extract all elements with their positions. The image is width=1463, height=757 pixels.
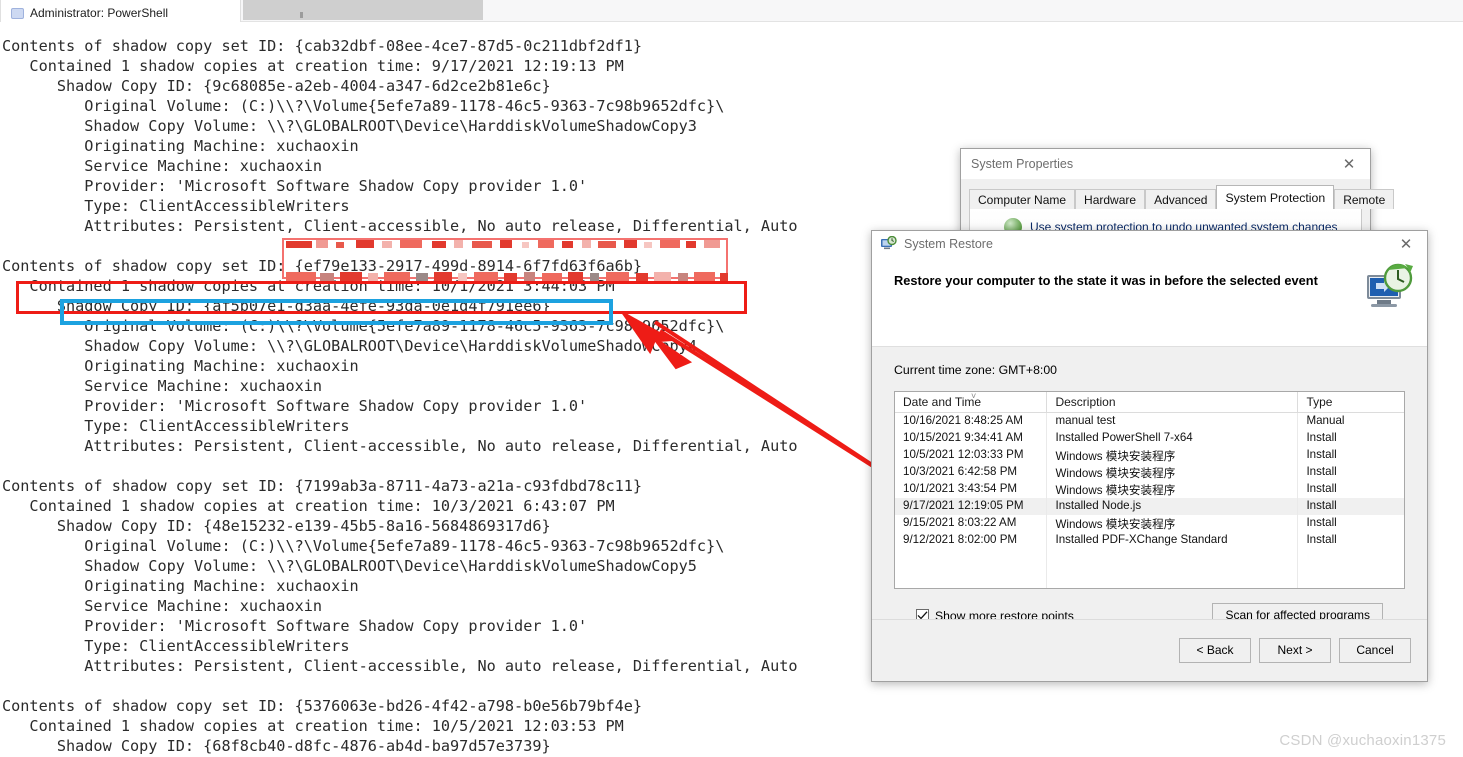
cell-empty xyxy=(1298,566,1404,583)
restore-illustration-icon xyxy=(1353,263,1415,319)
system-properties-tabs: Computer Name Hardware Advanced System P… xyxy=(969,185,1395,209)
cell-date: 10/1/2021 3:43:54 PM xyxy=(895,481,1048,498)
tab-computer-name[interactable]: Computer Name xyxy=(969,189,1076,209)
cell-type: Install xyxy=(1306,516,1337,529)
system-restore-heading: Restore your computer to the state it wa… xyxy=(894,273,1318,288)
tab-advanced[interactable]: Advanced xyxy=(1145,189,1217,209)
cell-description: Installed Node.js xyxy=(1047,498,1299,515)
timezone-label: Current time zone: GMT+8:00 xyxy=(894,363,1057,377)
table-row[interactable]: 10/16/2021 8:48:25 AM manual test Manual xyxy=(895,413,1404,430)
terminal-tab-active[interactable]: Administrator: PowerShell xyxy=(0,0,241,22)
terminal-tab-inactive-glyph xyxy=(300,12,303,18)
cell-description: Windows 模块安装程序 xyxy=(1047,481,1299,498)
cell-description: manual test xyxy=(1047,413,1299,430)
back-button[interactable]: < Back xyxy=(1179,638,1251,663)
cell-type: Install xyxy=(1306,431,1337,444)
cell-type: Install xyxy=(1306,482,1337,495)
cell-date: 9/12/2021 8:02:00 PM xyxy=(895,532,1048,549)
column-header-description[interactable]: Description xyxy=(1047,392,1299,413)
terminal-tab-label: Administrator: PowerShell xyxy=(30,6,169,20)
table-row[interactable]: 10/1/2021 3:43:54 PM Windows 模块安装程序 Instal… xyxy=(895,481,1404,498)
cell-description: Windows 模块安装程序 xyxy=(1047,447,1299,464)
terminal-line: Shadow Copy Volume: \\?\GLOBALROOT\Devic… xyxy=(2,117,697,135)
system-restore-header: Restore your computer to the state it wa… xyxy=(872,257,1427,347)
cell-empty xyxy=(1047,583,1299,588)
cell-empty xyxy=(895,549,1048,566)
table-row[interactable]: 9/15/2021 8:03:22 AM Windows 模块安装程序 Instal… xyxy=(895,515,1404,532)
terminal-line: Original Volume: (C:)\\?\Volume{5efe7a89… xyxy=(2,97,725,115)
cell-empty xyxy=(895,583,1048,588)
system-restore-footer: < Back Next > Cancel xyxy=(872,619,1427,681)
system-restore-title: System Restore xyxy=(904,237,993,251)
terminal-line: Shadow Copy ID: {68f8cb40-d8fc-4876-ab4d… xyxy=(2,737,551,755)
cell-empty xyxy=(1047,549,1299,566)
close-icon[interactable]: ✕ xyxy=(1391,232,1421,256)
cell-type: Install xyxy=(1306,499,1337,512)
terminal-line: Contained 1 shadow copies at creation ti… xyxy=(2,57,624,75)
powershell-icon xyxy=(11,8,24,19)
system-properties-titlebar: System Properties ✕ xyxy=(961,149,1370,179)
cell-empty xyxy=(1047,566,1299,583)
cell-empty xyxy=(1298,583,1404,588)
table-row[interactable]: 10/5/2021 12:03:33 PM Windows 模块安装程序 Insta… xyxy=(895,447,1404,464)
table-row[interactable]: 9/12/2021 8:02:00 PM Installed PDF-XChang… xyxy=(895,532,1404,549)
cancel-button[interactable]: Cancel xyxy=(1339,638,1411,663)
cell-date: 10/5/2021 12:03:33 PM xyxy=(895,447,1048,464)
screenshot-root: Administrator: PowerShell Contents of sh… xyxy=(0,0,1463,757)
cell-description: Windows 模块安装程序 xyxy=(1047,464,1299,481)
terminal-line: Contents of shadow copy set ID: {5376063… xyxy=(2,697,643,715)
table-row[interactable]: 9/17/2021 12:19:05 PM Installed Node.js In… xyxy=(895,498,1404,515)
table-row-empty xyxy=(895,583,1404,588)
terminal-tab-inactive[interactable] xyxy=(243,0,483,20)
cell-type: Manual xyxy=(1306,414,1345,427)
close-icon[interactable]: ✕ xyxy=(1334,152,1364,176)
table-row[interactable]: 10/15/2021 9:34:41 AM Installed PowerShel… xyxy=(895,430,1404,447)
cell-description: Windows 模块安装程序 xyxy=(1047,515,1299,532)
terminal-tabbar: Administrator: PowerShell xyxy=(0,0,1463,22)
terminal-line: Shadow Copy ID: {9c68085e-a2eb-4004-a347… xyxy=(2,77,551,95)
cell-empty xyxy=(895,566,1048,583)
cell-date: 9/15/2021 8:03:22 AM xyxy=(895,515,1048,532)
restore-points-header: Date and Time Description Type ˅ xyxy=(895,392,1404,413)
system-restore-content: Current time zone: GMT+8:00 Date and Tim… xyxy=(872,347,1427,628)
table-row-empty xyxy=(895,566,1404,583)
terminal-line: Contained 1 shadow copies at creation ti… xyxy=(2,717,624,735)
restore-points-table[interactable]: Date and Time Description Type ˅ 10/16/2… xyxy=(894,391,1405,589)
cell-description: Installed PowerShell 7-x64 xyxy=(1047,430,1299,447)
cell-description: Installed PDF-XChange Standard xyxy=(1047,532,1299,549)
table-row[interactable]: 10/3/2021 6:42:58 PM Windows 模块安装程序 Instal… xyxy=(895,464,1404,481)
tab-system-protection[interactable]: System Protection xyxy=(1216,185,1335,209)
cell-date: 10/15/2021 9:34:41 AM xyxy=(895,430,1048,447)
table-row-empty xyxy=(895,549,1404,566)
cell-date: 10/16/2021 8:48:25 AM xyxy=(895,413,1048,430)
system-properties-title: System Properties xyxy=(971,157,1074,171)
terminal-line: Contents of shadow copy set ID: {cab32db… xyxy=(2,37,643,55)
cell-date: 9/17/2021 12:19:05 PM xyxy=(895,498,1048,515)
system-restore-titlebar: System Restore ✕ xyxy=(872,231,1427,257)
system-restore-window[interactable]: System Restore ✕ Restore your computer t… xyxy=(871,230,1428,682)
restore-points-rows: 10/16/2021 8:48:25 AM manual test Manual 10… xyxy=(895,413,1404,588)
cell-type: Install xyxy=(1306,448,1337,461)
system-restore-icon xyxy=(880,235,897,252)
cell-type: Install xyxy=(1306,465,1337,478)
sort-descending-icon: ˅ xyxy=(971,391,977,401)
cell-date: 10/3/2021 6:42:58 PM xyxy=(895,464,1048,481)
cell-empty xyxy=(1298,549,1404,566)
tab-hardware[interactable]: Hardware xyxy=(1075,189,1146,209)
tab-remote[interactable]: Remote xyxy=(1334,189,1395,209)
cell-type: Install xyxy=(1306,533,1337,546)
column-header-type[interactable]: Type xyxy=(1298,392,1404,413)
next-button[interactable]: Next > xyxy=(1259,638,1331,663)
watermark: CSDN @xuchaoxin1375 xyxy=(1279,732,1446,749)
